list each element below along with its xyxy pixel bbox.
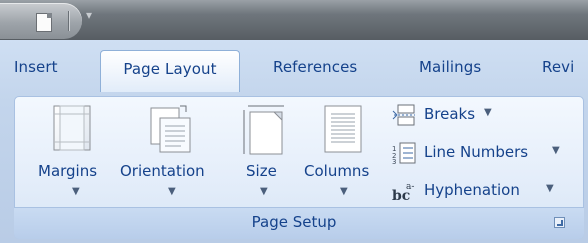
hyphenation-button[interactable]: bc a- Hyphenation ▼ — [392, 179, 562, 204]
dialog-launcher-icon[interactable] — [554, 217, 565, 228]
chevron-down-icon: ▼ — [168, 186, 176, 197]
tab-mailings[interactable]: Mailings — [419, 58, 481, 76]
svg-text:a-: a- — [406, 182, 414, 192]
hyphenation-icon: bc a- — [392, 180, 416, 204]
tab-review[interactable]: Revi — [542, 58, 574, 76]
chevron-down-icon: ▼ — [260, 186, 268, 197]
chevron-down-icon: ▼ — [552, 145, 560, 156]
tab-insert[interactable]: Insert — [14, 58, 58, 76]
margins-label: Margins — [38, 162, 98, 180]
qat-separator — [68, 11, 69, 31]
size-label: Size — [246, 162, 277, 180]
line-numbers-button[interactable]: 1 2 3 Line Numbers ▼ — [392, 141, 572, 166]
hyphenation-label: Hyphenation — [424, 181, 520, 199]
page-size-icon — [240, 102, 290, 162]
size-button[interactable]: Size ▼ — [240, 100, 290, 206]
chevron-down-icon: ▼ — [484, 107, 492, 118]
margins-icon — [50, 102, 96, 158]
orientation-label: Orientation — [120, 162, 205, 180]
chevron-down-icon: ▼ — [546, 183, 554, 194]
chevron-down-icon: ▼ — [72, 186, 80, 197]
margins-button[interactable]: Margins ▼ — [38, 100, 114, 206]
title-bar: ▾ — [0, 0, 588, 40]
quick-access-toolbar — [0, 3, 82, 39]
line-numbers-icon: 1 2 3 — [392, 142, 416, 166]
orientation-button[interactable]: Orientation ▼ — [120, 100, 228, 206]
orientation-icon — [148, 102, 196, 160]
tab-references[interactable]: References — [273, 58, 357, 76]
dropdown-arrow-icon[interactable]: ▾ — [86, 8, 92, 22]
group-label: Page Setup — [251, 213, 337, 231]
svg-text:3: 3 — [392, 158, 396, 164]
breaks-icon — [392, 104, 416, 126]
columns-icon — [322, 102, 366, 160]
tab-page-layout[interactable]: Page Layout — [100, 50, 240, 92]
breaks-label: Breaks — [424, 105, 476, 123]
columns-button[interactable]: Columns ▼ — [304, 100, 384, 206]
chevron-down-icon: ▼ — [340, 186, 348, 197]
document-icon[interactable] — [36, 13, 52, 32]
line-numbers-label: Line Numbers — [424, 143, 529, 161]
breaks-button[interactable]: Breaks ▼ — [392, 103, 542, 126]
columns-label: Columns — [304, 162, 370, 180]
